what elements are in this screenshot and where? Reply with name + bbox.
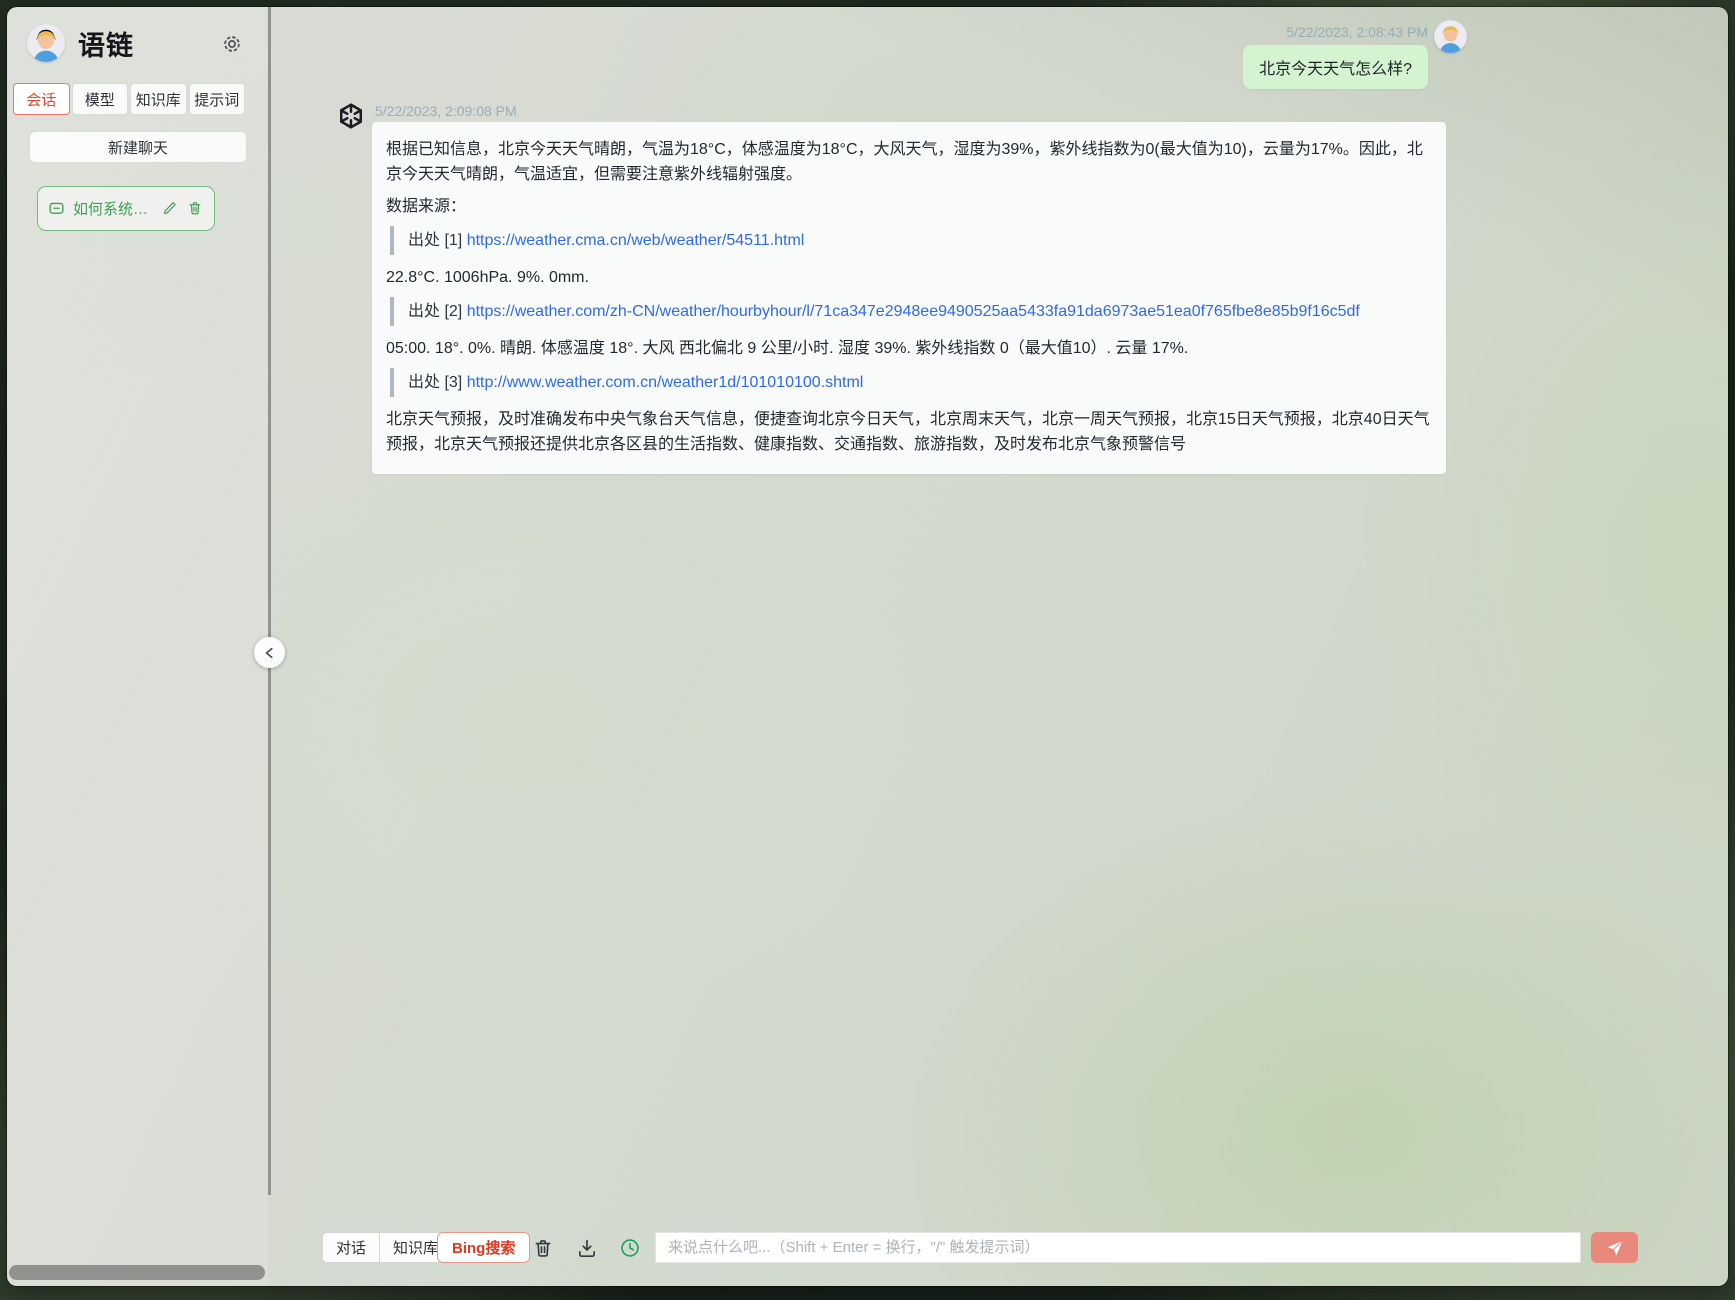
openai-logo-icon: [336, 101, 366, 131]
user-message-bubble: 北京今天天气怎么样?: [1243, 45, 1428, 89]
new-chat-button[interactable]: 新建聊天: [29, 131, 247, 163]
sidebar: 语链 会话 模型 知识库 提示词 新建聊天 如何系统、: [7, 7, 268, 1286]
bing-search-toggle[interactable]: Bing搜索: [437, 1232, 531, 1263]
tab-prompts[interactable]: 提示词: [188, 83, 245, 115]
chat-item-title: 如何系统、高效...: [73, 201, 154, 218]
message-paragraph: 根据已知信息，北京今天天气晴朗，气温为18°C，体感温度为18°C，大风天气，湿…: [386, 141, 1423, 183]
message-paragraph: 数据来源：: [386, 198, 467, 215]
tab-models[interactable]: 模型: [71, 83, 128, 115]
source-label: 出处 [2]: [408, 303, 467, 320]
source-quote: 出处 [3] http://www.weather.com.cn/weather…: [390, 368, 1432, 397]
source-link[interactable]: http://www.weather.com.cn/weather1d/1010…: [467, 374, 864, 391]
clear-trash-icon[interactable]: [532, 1236, 556, 1260]
message-input[interactable]: [655, 1232, 1581, 1263]
source-link[interactable]: https://weather.com/zh-CN/weather/hourby…: [467, 303, 1360, 320]
tab-knowledge-base[interactable]: 知识库: [130, 83, 187, 115]
sidebar-divider: [268, 7, 271, 1195]
source-label: 出处 [3]: [408, 374, 467, 391]
source-link[interactable]: https://weather.cma.cn/web/weather/54511…: [467, 232, 805, 249]
chat-bubble-icon: [48, 200, 65, 217]
sidebar-tabs: 会话 模型 知识库 提示词: [13, 83, 245, 115]
source-quote: 出处 [2] https://weather.com/zh-CN/weather…: [390, 297, 1432, 326]
tab-conversations[interactable]: 会话: [13, 83, 70, 115]
delete-trash-icon[interactable]: [187, 200, 204, 217]
user-message-avatar: [1434, 20, 1467, 53]
user-message-timestamp: 5/22/2023, 2:08:43 PM: [1286, 24, 1428, 40]
message-paragraph: 北京天气预报，及时准确发布中央气象台天气信息，便捷查询北京今日天气，北京周末天气…: [386, 411, 1430, 453]
message-paragraph: 05:00. 18°. 0%. 晴朗. 体感温度 18°. 大风 西北偏北 9 …: [386, 340, 1189, 357]
sidebar-collapse-button[interactable]: [254, 637, 285, 668]
assistant-message-bubble: 根据已知信息，北京今天天气晴朗，气温为18°C，体感温度为18°C，大风天气，湿…: [372, 122, 1446, 474]
export-download-icon[interactable]: [576, 1236, 600, 1260]
sidebar-header: 语链: [27, 21, 252, 65]
send-button[interactable]: [1591, 1232, 1638, 1263]
paper-plane-icon: [1605, 1238, 1625, 1258]
edit-pencil-icon[interactable]: [162, 200, 179, 217]
settings-gear-icon[interactable]: [222, 33, 244, 55]
chevron-left-icon: [263, 646, 277, 660]
mode-tab-dialog[interactable]: 对话: [322, 1232, 380, 1263]
user-avatar: [27, 24, 65, 62]
history-clock-icon[interactable]: [619, 1236, 643, 1260]
app-window: 语链 会话 模型 知识库 提示词 新建聊天 如何系统、 5/22/2023, 2…: [7, 7, 1728, 1286]
composer-mode-tabs: 对话 知识库: [322, 1232, 453, 1263]
source-label: 出处 [1]: [408, 232, 467, 249]
source-quote: 出处 [1] https://weather.cma.cn/web/weathe…: [390, 226, 1432, 255]
message-paragraph: 22.8°C. 1006hPa. 9%. 0mm.: [386, 269, 589, 286]
assistant-message-timestamp: 5/22/2023, 2:09:08 PM: [375, 103, 517, 119]
horizontal-scrollbar[interactable]: [9, 1265, 265, 1280]
chat-list-item[interactable]: 如何系统、高效...: [37, 186, 215, 231]
app-title: 语链: [78, 30, 134, 61]
